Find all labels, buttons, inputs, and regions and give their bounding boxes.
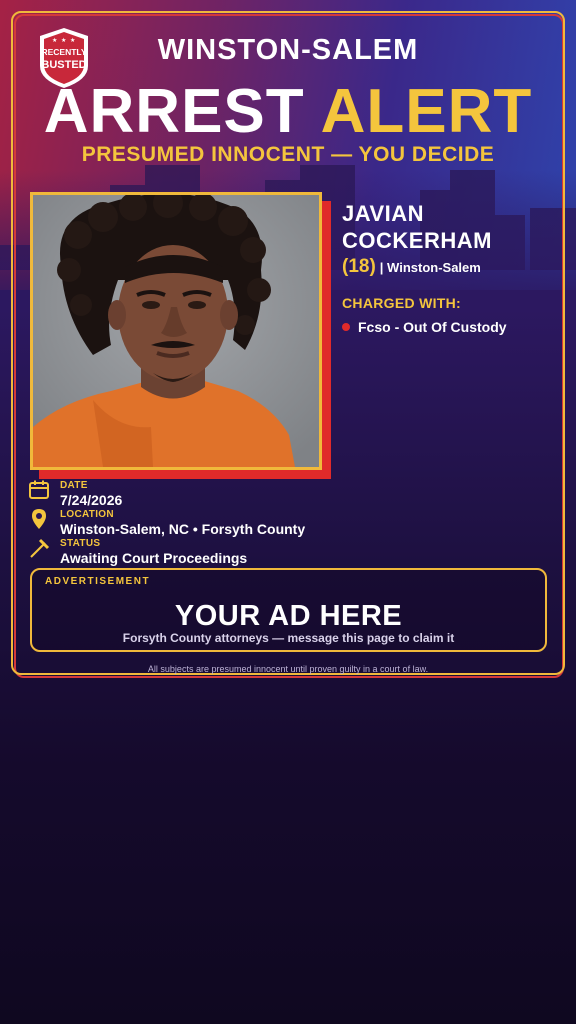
- location-label: LOCATION: [60, 509, 114, 520]
- subject-age-location: (18) | Winston-Salem: [342, 256, 481, 278]
- charge-bullet-icon: [342, 323, 350, 331]
- advertisement-box[interactable]: ADVERTISEMENT YOUR AD HERE Forsyth Count…: [30, 568, 547, 652]
- advertisement-label: ADVERTISEMENT: [45, 576, 151, 587]
- mugshot-photo: [30, 192, 322, 470]
- location-value: Winston-Salem, NC • Forsyth County: [60, 521, 306, 537]
- subject-location: | Winston-Salem: [379, 260, 481, 275]
- date-value: 7/24/2026: [60, 492, 123, 508]
- status-label: STATUS: [60, 538, 101, 549]
- advertisement-title: YOUR AD HERE: [174, 600, 403, 632]
- subject-name: JAVIAN COCKERHAM: [342, 200, 492, 254]
- footer-disclaimer: All subjects are presumed innocent until…: [147, 664, 429, 674]
- subject-first-name: JAVIAN: [342, 201, 425, 226]
- calendar-icon: [29, 480, 49, 499]
- subheadline: PRESUMED INNOCENT — YOU DECIDE: [81, 143, 495, 166]
- headline-word-arrest: ARREST: [43, 77, 305, 146]
- status-value: Awaiting Court Proceedings: [60, 550, 248, 566]
- headline-word-alert: ALERT: [320, 77, 533, 146]
- advertisement-subtitle: Forsyth County attorneys — message this …: [122, 631, 455, 645]
- location-pin-icon: [32, 509, 46, 529]
- charged-with-label: CHARGED WITH:: [342, 295, 461, 311]
- headline: ARREST ALERT: [0, 78, 576, 146]
- charge-list-item: Fcso - Out Of Custody: [342, 319, 507, 337]
- charge-text: Fcso - Out Of Custody: [358, 319, 507, 335]
- date-label: DATE: [60, 480, 88, 491]
- city-title: WINSTON-SALEM: [157, 34, 419, 66]
- subject-last-name: COCKERHAM: [342, 228, 492, 253]
- subject-age: (18): [342, 256, 376, 277]
- gavel-icon: [30, 538, 50, 558]
